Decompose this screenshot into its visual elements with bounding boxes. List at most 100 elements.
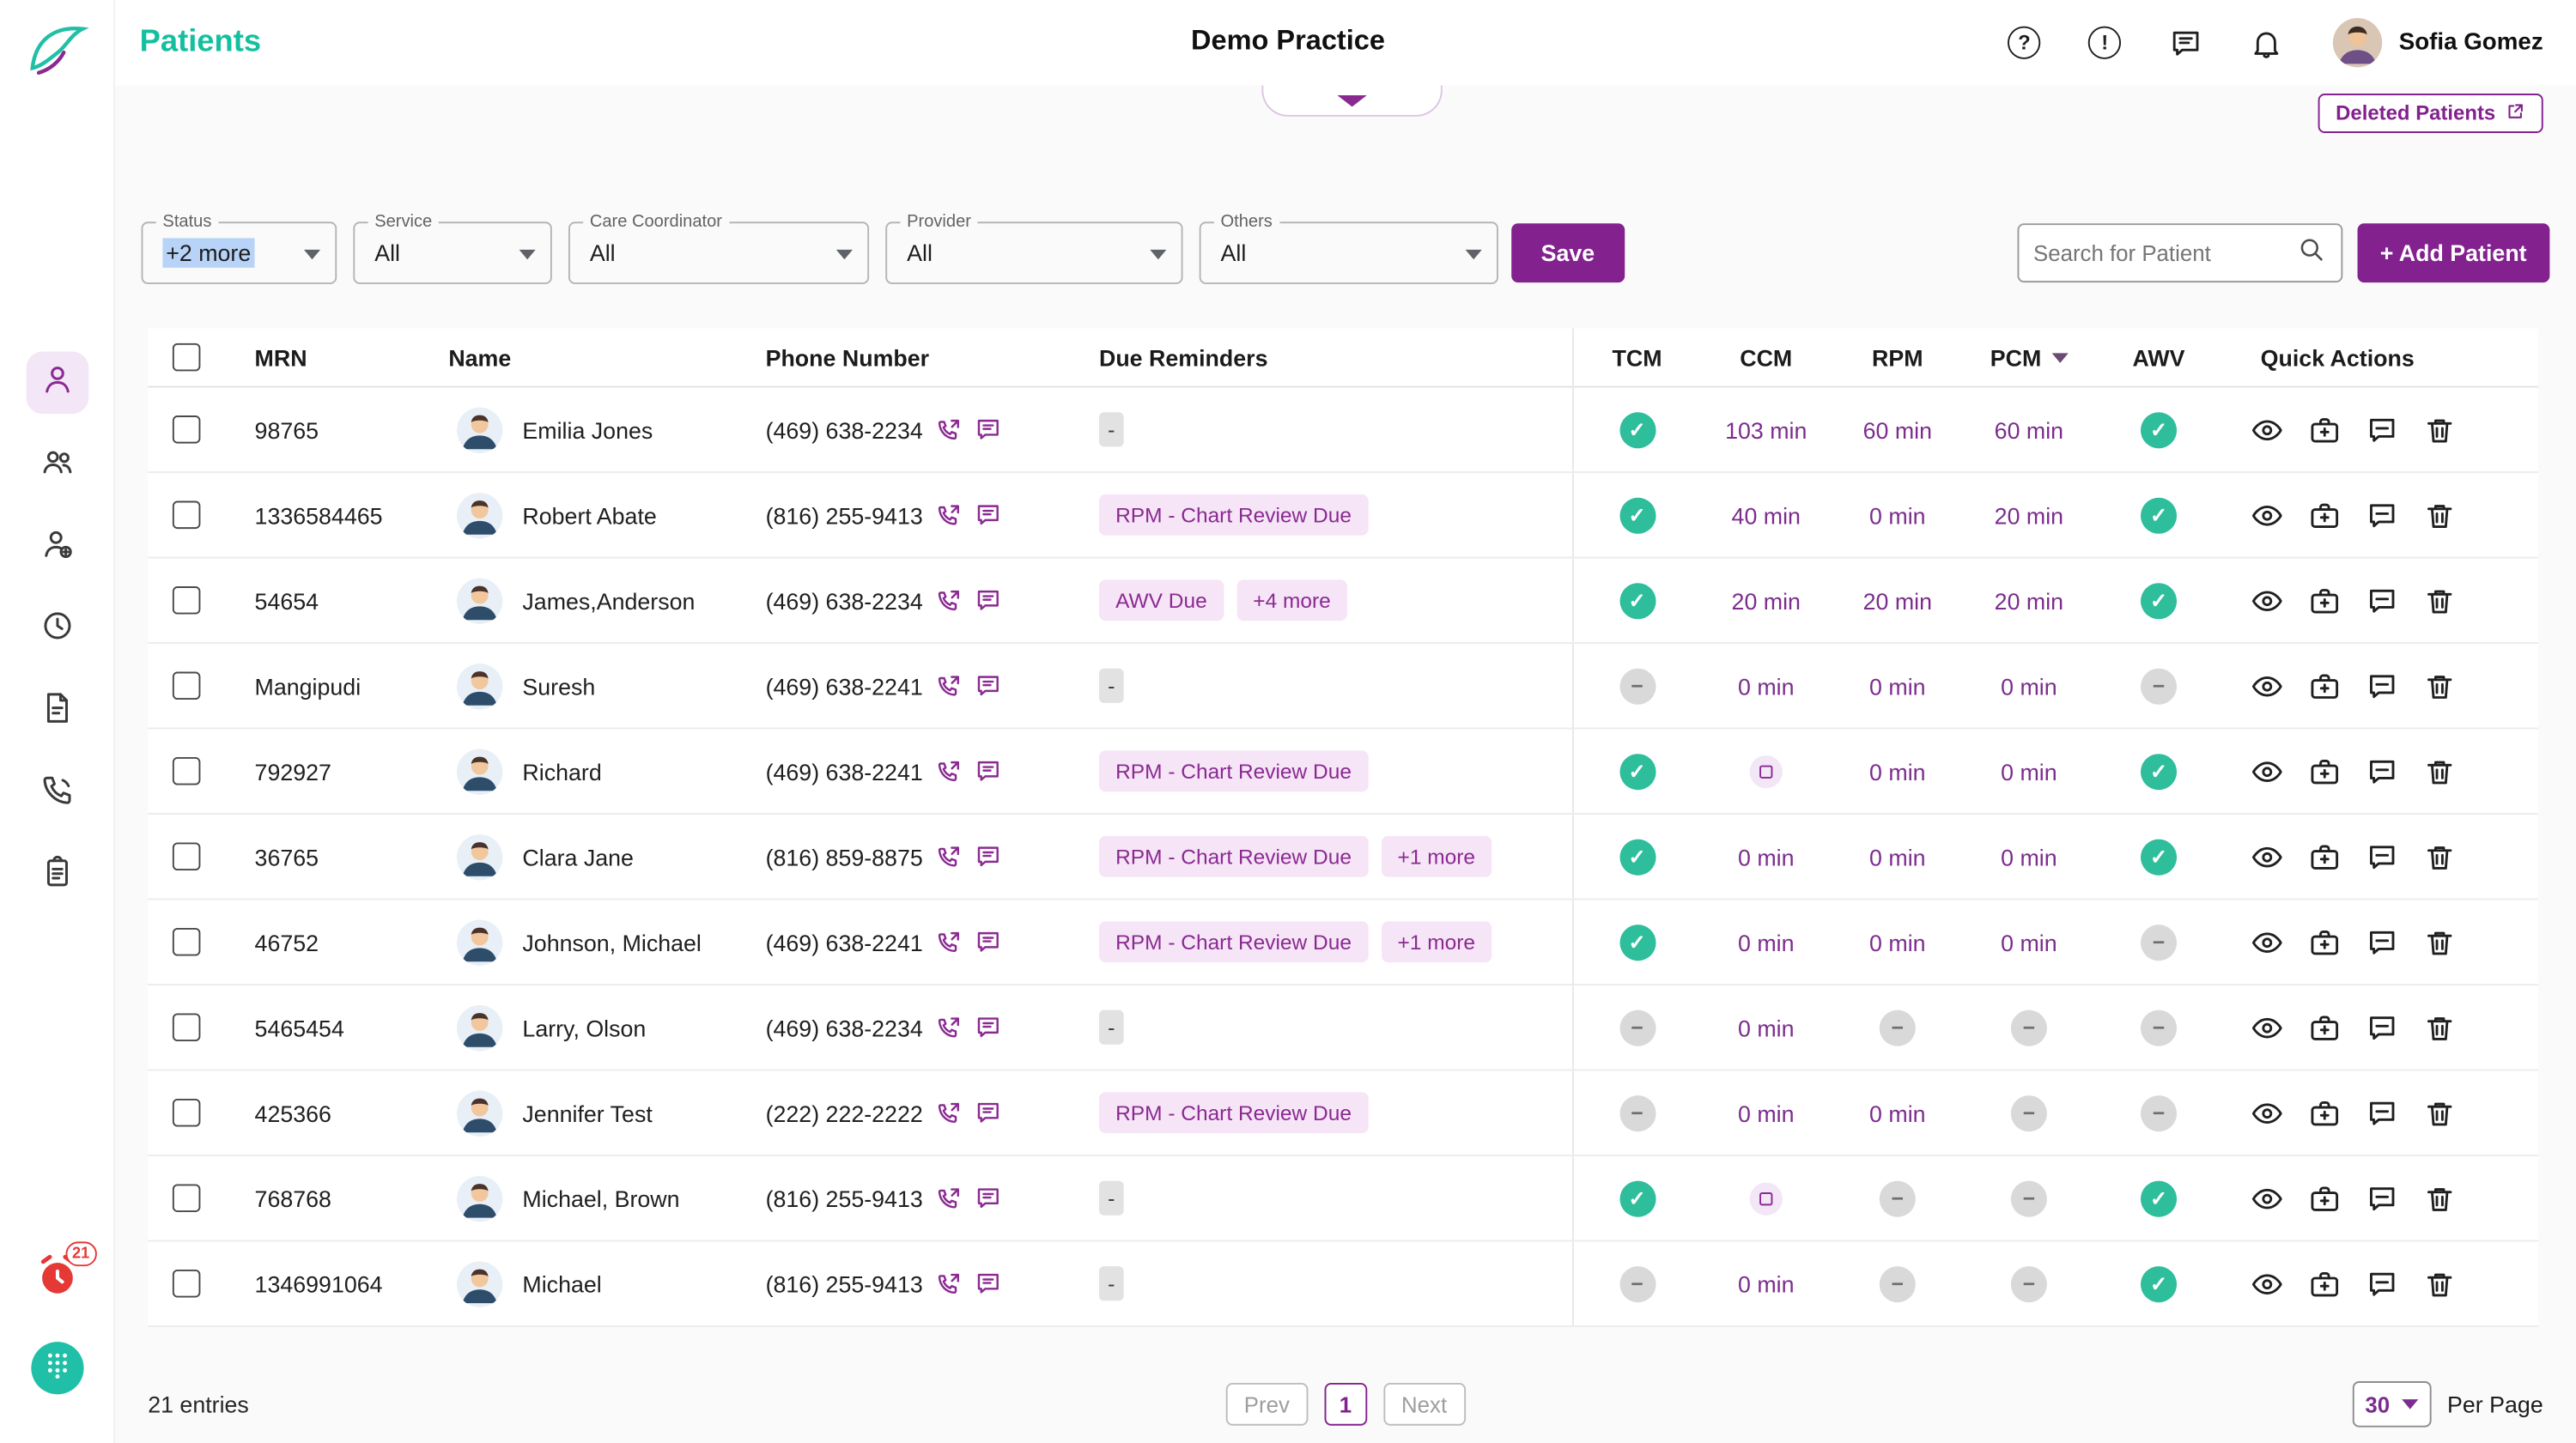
minutes-link[interactable]: 20 min xyxy=(1995,502,2063,529)
col-mrn[interactable]: MRN xyxy=(230,329,430,386)
sms-icon[interactable] xyxy=(974,1270,1002,1298)
delete-icon[interactable] xyxy=(2421,925,2456,959)
sms-icon[interactable] xyxy=(974,501,1002,530)
row-checkbox[interactable] xyxy=(173,415,201,444)
minutes-link[interactable]: 0 min xyxy=(1869,758,1925,785)
more-reminders-badge[interactable]: +1 more xyxy=(1381,921,1492,962)
patient-name[interactable]: Johnson, Michael xyxy=(522,929,701,955)
careplan-icon[interactable] xyxy=(2306,1181,2341,1216)
call-icon[interactable] xyxy=(934,586,963,615)
save-button[interactable]: Save xyxy=(1511,223,1624,282)
chat-icon[interactable] xyxy=(2364,583,2398,617)
minutes-link[interactable]: 0 min xyxy=(1738,1100,1794,1126)
notifications-icon[interactable] xyxy=(2248,25,2284,61)
call-icon[interactable] xyxy=(934,1270,963,1298)
minutes-link[interactable]: 0 min xyxy=(1738,843,1794,870)
sidebar-item-patients[interactable] xyxy=(26,351,88,414)
row-checkbox[interactable] xyxy=(173,672,201,700)
careplan-icon[interactable] xyxy=(2306,583,2341,617)
timer-stop-icon[interactable] xyxy=(1750,755,1783,787)
careplan-icon[interactable] xyxy=(2306,1095,2341,1130)
row-checkbox[interactable] xyxy=(173,1270,201,1298)
minutes-link[interactable]: 0 min xyxy=(1738,929,1794,955)
chat-icon[interactable] xyxy=(2364,1266,2398,1301)
col-ccm[interactable]: CCM xyxy=(1700,329,1832,386)
row-checkbox[interactable] xyxy=(173,757,201,785)
delete-icon[interactable] xyxy=(2421,669,2456,703)
reminder-badge[interactable]: RPM - Chart Review Due xyxy=(1099,750,1368,791)
minutes-link[interactable]: 0 min xyxy=(1738,1014,1794,1040)
careplan-icon[interactable] xyxy=(2306,1266,2341,1301)
sidebar-item-time-tracking[interactable] xyxy=(26,597,88,660)
call-icon[interactable] xyxy=(934,928,963,956)
sidebar-item-tasks[interactable] xyxy=(26,844,88,906)
sidebar-item-calls[interactable] xyxy=(26,762,88,825)
minutes-link[interactable]: 40 min xyxy=(1732,502,1801,529)
app-logo[interactable] xyxy=(22,13,91,85)
minutes-link[interactable]: 0 min xyxy=(1738,672,1794,699)
per-page-select[interactable]: 30 xyxy=(2352,1381,2431,1428)
sms-icon[interactable] xyxy=(974,1099,1002,1127)
delete-icon[interactable] xyxy=(2421,754,2456,788)
view-icon[interactable] xyxy=(2249,840,2283,874)
patient-name[interactable]: Jennifer Test xyxy=(522,1100,652,1126)
view-icon[interactable] xyxy=(2249,754,2283,788)
patient-search[interactable] xyxy=(2017,223,2342,282)
sms-icon[interactable] xyxy=(974,757,1002,785)
reminder-badge[interactable]: RPM - Chart Review Due xyxy=(1099,1092,1368,1133)
minutes-link[interactable]: 0 min xyxy=(1738,1270,1794,1297)
status-filter[interactable]: Status +2 more xyxy=(142,221,337,284)
chat-icon[interactable] xyxy=(2364,498,2398,532)
careplan-icon[interactable] xyxy=(2306,412,2341,446)
delete-icon[interactable] xyxy=(2421,412,2456,446)
call-icon[interactable] xyxy=(934,1099,963,1127)
sidebar-item-providers[interactable] xyxy=(26,516,88,579)
row-checkbox[interactable] xyxy=(173,1099,201,1127)
row-checkbox[interactable] xyxy=(173,501,201,530)
minutes-link[interactable]: 0 min xyxy=(1869,843,1925,870)
filter-drawer-handle[interactable] xyxy=(1261,85,1442,116)
call-icon[interactable] xyxy=(934,843,963,871)
messages-icon[interactable] xyxy=(2167,25,2203,61)
deleted-patients-button[interactable]: Deleted Patients xyxy=(2318,94,2543,133)
chat-icon[interactable] xyxy=(2364,840,2398,874)
minutes-link[interactable]: 103 min xyxy=(1725,416,1807,443)
careplan-icon[interactable] xyxy=(2306,754,2341,788)
delete-icon[interactable] xyxy=(2421,1266,2456,1301)
reminder-badge[interactable]: RPM - Chart Review Due xyxy=(1099,921,1368,962)
delete-icon[interactable] xyxy=(2421,583,2456,617)
minutes-link[interactable]: 0 min xyxy=(2001,758,2057,785)
view-icon[interactable] xyxy=(2249,925,2283,959)
timer-stop-icon[interactable] xyxy=(1750,1182,1783,1215)
minutes-link[interactable]: 0 min xyxy=(1869,929,1925,955)
sms-icon[interactable] xyxy=(974,415,1002,444)
col-tcm[interactable]: TCM xyxy=(1572,329,1700,386)
minutes-link[interactable]: 0 min xyxy=(1869,502,1925,529)
patient-name[interactable]: Richard xyxy=(522,758,601,785)
sidebar-item-reports[interactable] xyxy=(26,680,88,743)
delete-icon[interactable] xyxy=(2421,1010,2456,1045)
careplan-icon[interactable] xyxy=(2306,840,2341,874)
more-reminders-badge[interactable]: +1 more xyxy=(1381,836,1492,877)
search-icon[interactable] xyxy=(2296,234,2325,272)
more-reminders-badge[interactable]: +4 more xyxy=(1236,579,1347,621)
minutes-link[interactable]: 0 min xyxy=(2001,843,2057,870)
call-icon[interactable] xyxy=(934,1184,963,1212)
chat-icon[interactable] xyxy=(2364,412,2398,446)
minutes-link[interactable]: 60 min xyxy=(1863,416,1932,443)
view-icon[interactable] xyxy=(2249,1181,2283,1216)
col-pcm[interactable]: PCM xyxy=(1963,329,2094,386)
minutes-link[interactable]: 0 min xyxy=(2001,672,2057,699)
sms-icon[interactable] xyxy=(974,1013,1002,1041)
delete-icon[interactable] xyxy=(2421,1181,2456,1216)
view-icon[interactable] xyxy=(2249,583,2283,617)
minutes-link[interactable]: 20 min xyxy=(1732,587,1801,614)
row-checkbox[interactable] xyxy=(173,1184,201,1212)
minutes-link[interactable]: 20 min xyxy=(1863,587,1932,614)
chat-icon[interactable] xyxy=(2364,1181,2398,1216)
care-coordinator-filter[interactable]: Care Coordinator All xyxy=(568,221,869,284)
minutes-link[interactable]: 0 min xyxy=(1869,672,1925,699)
prev-page-button[interactable]: Prev xyxy=(1226,1383,1308,1426)
minutes-link[interactable]: 60 min xyxy=(1995,416,2063,443)
add-patient-button[interactable]: + Add Patient xyxy=(2357,223,2549,282)
